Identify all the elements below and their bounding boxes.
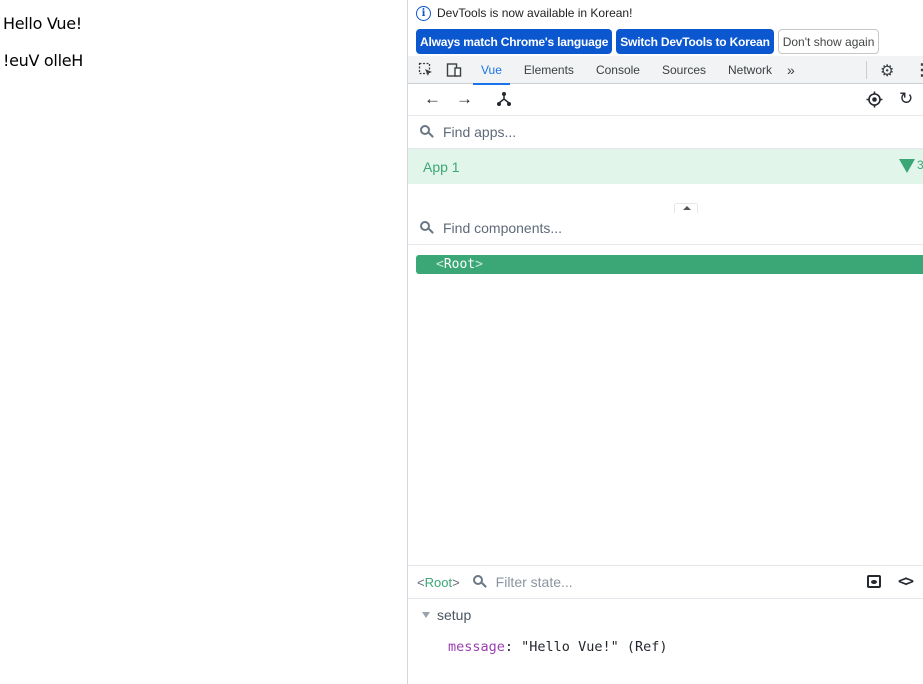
select-component-icon[interactable]	[866, 91, 883, 112]
search-icon	[420, 221, 434, 235]
hello-text: Hello Vue!	[3, 14, 82, 33]
dont-show-again-button[interactable]: Don't show again	[777, 29, 880, 54]
caret-down-icon	[422, 612, 430, 618]
setup-section-header[interactable]: setup	[422, 607, 471, 623]
device-toolbar-icon[interactable]	[446, 62, 462, 78]
more-options-icon[interactable]: ⋮	[914, 60, 923, 80]
component-tree-icon[interactable]	[496, 91, 512, 111]
reversed-text: !euV olleH	[3, 51, 83, 70]
app-label: App 1	[423, 158, 460, 175]
vue-version: 3	[917, 158, 923, 172]
match-chrome-language-button[interactable]: Always match Chrome's language	[416, 29, 613, 54]
property-type: (Ref)	[626, 639, 668, 655]
settings-gear-icon[interactable]: ⚙	[880, 61, 894, 81]
app-list-item[interactable]: App 1	[408, 149, 923, 184]
tabbar-divider	[866, 61, 867, 79]
tab-console[interactable]: Console	[585, 56, 651, 84]
switch-to-korean-button[interactable]: Switch DevTools to Korean	[616, 29, 774, 54]
page-content: Hello Vue! !euV olleH	[0, 0, 407, 684]
find-apps-input[interactable]: Find apps...	[443, 124, 516, 140]
state-property-row[interactable]: message: "Hello Vue!" (Ref)	[448, 639, 668, 655]
search-icon	[472, 575, 487, 589]
vue-logo-icon	[899, 159, 915, 173]
devtools-tabbar: Vue Elements Console Sources Network » ⚙…	[408, 56, 923, 85]
filter-state-input[interactable]: Filter state...	[496, 574, 573, 590]
find-components-input[interactable]: Find components...	[443, 220, 562, 236]
property-key: message	[448, 639, 505, 655]
setup-label: setup	[437, 607, 472, 623]
more-tabs-icon[interactable]: »	[787, 62, 795, 78]
back-arrow-icon[interactable]: ←	[424, 90, 441, 108]
devtools-panel: i DevTools is now available in Korean! A…	[407, 0, 923, 684]
infobar-message: DevTools is now available in Korean!	[437, 6, 633, 20]
inspect-element-icon[interactable]	[418, 62, 434, 78]
forward-arrow-icon[interactable]: →	[456, 90, 473, 108]
info-icon: i	[416, 5, 431, 21]
search-icon	[420, 125, 434, 139]
component-tree-root[interactable]: < Root >	[416, 255, 923, 274]
language-infobar: i DevTools is now available in Korean! A…	[408, 0, 923, 56]
refresh-icon[interactable]: ↻	[899, 90, 913, 108]
find-apps-search[interactable]: Find apps...	[408, 116, 923, 149]
tab-sources[interactable]: Sources	[651, 56, 717, 84]
property-value: "Hello Vue!"	[521, 639, 619, 655]
vue-toolbar: ← → ↻	[408, 84, 923, 116]
state-toolbar: <Root> Filter state... <>	[408, 565, 923, 599]
tab-vue[interactable]: Vue	[470, 56, 513, 85]
tab-elements[interactable]: Elements	[513, 56, 585, 84]
find-components-search[interactable]: Find components...	[408, 212, 923, 245]
open-in-editor-icon[interactable]: <>	[898, 572, 914, 590]
selected-component-name: <Root>	[417, 574, 460, 590]
scroll-to-component-icon[interactable]	[867, 575, 881, 588]
root-component-name: Root	[443, 257, 476, 272]
tab-network[interactable]: Network	[717, 56, 783, 84]
